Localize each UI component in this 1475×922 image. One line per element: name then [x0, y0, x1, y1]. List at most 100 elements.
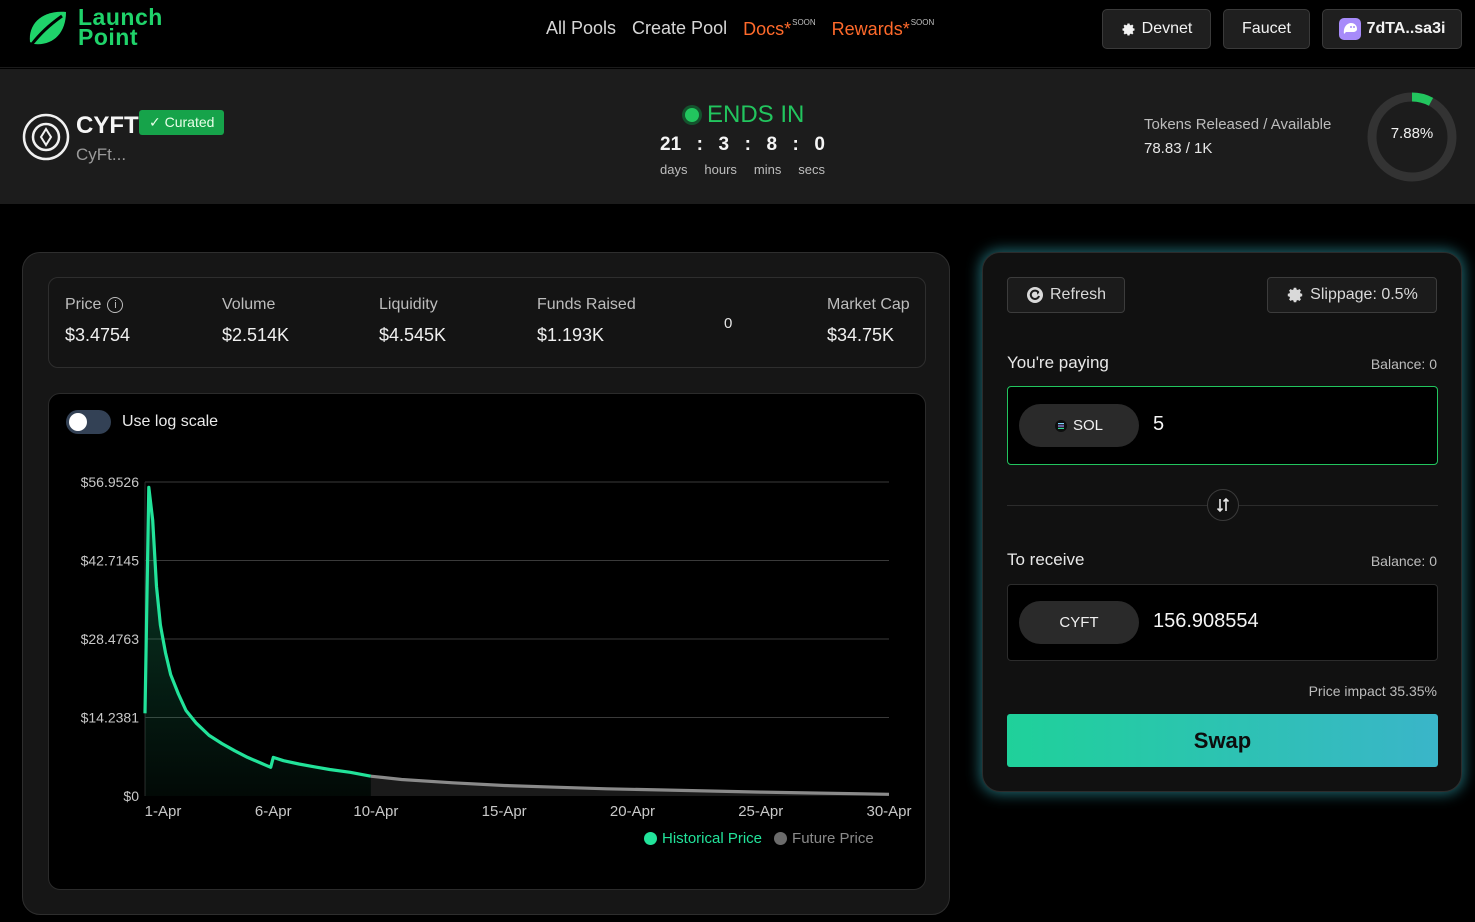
countdown-secs-label: secs: [798, 162, 825, 177]
token-name: CyFt...: [76, 145, 127, 164]
pay-amount-input[interactable]: [1153, 413, 1413, 436]
stat-extra-value: 0: [724, 315, 733, 332]
x-tick-label: 1-Apr: [145, 803, 182, 820]
legend-future-label: Future Price: [792, 830, 874, 847]
swap-panel: Refresh Slippage: 0.5% You're paying Bal…: [982, 252, 1462, 792]
receive-balance: Balance: 0: [1370, 553, 1437, 569]
price-chart-card: Use log scale $56.9526 $42.7145 $28.4763 $1…: [48, 393, 926, 890]
stats-bar: Price i $3.4754 Volume $2.514K Liquidity …: [48, 277, 926, 368]
countdown-mins-label: mins: [753, 162, 782, 177]
live-dot-icon: [685, 108, 699, 122]
nav-create-pool[interactable]: Create Pool: [632, 18, 727, 40]
y-tick-label: $42.7145: [81, 552, 140, 568]
funds-raised-label: Funds Raised: [537, 296, 636, 313]
price-chart: $56.9526 $42.7145 $28.4763 $14.2381 $0 1-Apr 6…: [81, 474, 912, 820]
switch-direction-button[interactable]: [1207, 489, 1239, 521]
chart-legend: Historical Price Future Price: [644, 830, 874, 847]
countdown-separator: :: [792, 134, 799, 155]
paying-label: You're paying: [1007, 353, 1109, 372]
nav-rewards[interactable]: Rewards*SOON: [832, 18, 935, 40]
ends-in-label: ENDS IN: [685, 101, 804, 129]
network-button[interactable]: Devnet: [1102, 9, 1211, 49]
legend-historical[interactable]: Historical Price: [644, 830, 762, 847]
stat-price: Price i $3.4754: [65, 296, 130, 346]
paying-balance: Balance: 0: [1370, 356, 1437, 372]
solana-icon: [1054, 419, 1067, 432]
pay-token-symbol: SOL: [1072, 417, 1103, 434]
price-value: $3.4754: [65, 325, 131, 345]
countdown-separator: :: [744, 134, 751, 155]
countdown-hours-label: hours: [704, 162, 737, 177]
x-tick-label: 10-Apr: [353, 803, 398, 820]
countdown-days: 21: [660, 134, 682, 155]
y-tick-label: $0: [123, 788, 139, 804]
refresh-button[interactable]: Refresh: [1007, 277, 1125, 313]
top-nav: Launch Point All Pools Create Pool Docs*…: [0, 0, 1475, 68]
pay-token-selector[interactable]: SOL: [1019, 404, 1139, 447]
refresh-icon: [1026, 287, 1043, 303]
stat-volume: Volume $2.514K: [222, 296, 289, 346]
legend-dot-icon: [774, 832, 788, 845]
legend-dot-icon: [644, 832, 657, 845]
x-tick-label: 25-Apr: [738, 803, 783, 820]
market-cap-value: $34.75K: [827, 325, 895, 345]
x-tick-label: 6-Apr: [255, 803, 292, 820]
nav-all-pools[interactable]: All Pools: [546, 18, 616, 40]
x-tick-label: 20-Apr: [610, 803, 655, 820]
y-tick-label: $56.9526: [81, 474, 140, 490]
x-tick-label: 30-Apr: [866, 803, 911, 820]
legend-historical-label: Historical Price: [662, 830, 763, 847]
funds-raised-value: $1.193K: [537, 325, 605, 345]
nav-docs[interactable]: Docs*SOON: [743, 18, 816, 40]
network-label: Devnet: [1141, 20, 1193, 37]
receive-input-box: CYFT: [1007, 584, 1438, 661]
stat-liquidity: Liquidity $4.545K: [379, 296, 446, 346]
historical-price-area: [145, 487, 371, 796]
faucet-button[interactable]: Faucet: [1223, 9, 1310, 49]
countdown: 21: 3: 8: 0 days hours mins secs: [660, 134, 825, 177]
logo-text: Launch Point: [78, 6, 163, 50]
price-impact: Price impact 35.35%: [1308, 683, 1437, 699]
liquidity-label: Liquidity: [379, 296, 438, 313]
gear-icon: [1122, 23, 1135, 35]
wallet-address: 7dTA..sa3i: [1366, 20, 1446, 37]
info-icon[interactable]: i: [107, 297, 124, 313]
token-logo-icon: [22, 113, 70, 161]
soon-badge: SOON: [792, 18, 816, 27]
tokens-released-label: Tokens Released / Available: [1144, 116, 1332, 133]
release-percent: 7.88%: [1390, 125, 1434, 142]
liquidity-value: $4.545K: [379, 325, 447, 345]
legend-future[interactable]: Future Price: [774, 830, 874, 847]
countdown-days-label: days: [660, 162, 688, 177]
swap-arrows-icon: [1216, 497, 1230, 513]
slippage-button[interactable]: Slippage: 0.5%: [1267, 277, 1437, 313]
logo-line-2: Point: [78, 24, 138, 50]
swap-button[interactable]: Swap: [1007, 714, 1438, 767]
nav-docs-label: Docs*: [743, 19, 792, 39]
wallet-button[interactable]: 7dTA..sa3i: [1322, 9, 1462, 49]
nav-rewards-label: Rewards*: [831, 19, 910, 39]
y-tick-label: $28.4763: [81, 631, 140, 647]
countdown-separator: :: [696, 134, 703, 155]
countdown-secs: 0: [814, 134, 825, 155]
gear-icon: [1287, 287, 1303, 303]
leaf-logo-icon: [29, 11, 66, 45]
ends-in-text: ENDS IN: [707, 101, 805, 128]
receive-token-symbol: CYFT: [1059, 614, 1099, 631]
stat-market-cap: Market Cap $34.75K: [827, 296, 910, 346]
receive-amount-input[interactable]: [1153, 610, 1413, 633]
token-header: CYFT ✓ Curated CyFt... ENDS IN 21: 3: 8:…: [0, 69, 1475, 204]
logo[interactable]: Launch Point: [24, 6, 163, 50]
countdown-mins: 8: [766, 134, 778, 155]
curated-badge: ✓ Curated: [139, 110, 225, 135]
countdown-hours: 3: [718, 134, 730, 155]
refresh-label: Refresh: [1049, 286, 1107, 303]
volume-value: $2.514K: [222, 325, 290, 345]
pool-panel: Price i $3.4754 Volume $2.514K Liquidity …: [22, 252, 950, 915]
nav-links: All Pools Create Pool Docs*SOON Rewards*…: [546, 18, 934, 40]
tokens-released-value: 78.83 / 1K: [1144, 140, 1213, 157]
price-label: Price: [65, 296, 102, 313]
market-cap-label: Market Cap: [827, 296, 910, 313]
pay-input-box: SOL: [1007, 386, 1438, 465]
receive-token-selector[interactable]: CYFT: [1019, 601, 1139, 644]
